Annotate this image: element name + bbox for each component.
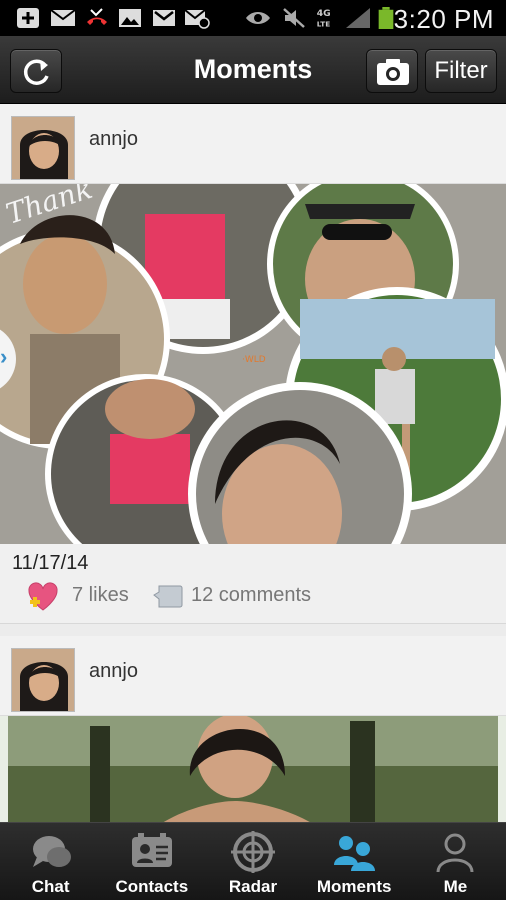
nav-chat[interactable]: Chat — [0, 823, 101, 900]
post-header: annjo — [0, 636, 506, 716]
battery-icon — [378, 7, 394, 29]
filter-button[interactable]: Filter — [425, 49, 497, 93]
moments-feed[interactable]: annjo Thank ·WLD › 11/17/14 7 likes 12 c… — [0, 104, 506, 822]
nav-radar[interactable]: Radar — [202, 823, 303, 900]
moment-post: annjo — [0, 636, 506, 822]
contacts-icon — [131, 833, 172, 867]
post-header: annjo — [0, 104, 506, 184]
nav-label: Moments — [316, 877, 392, 896]
bottom-nav: Chat Contacts Radar Moments Me — [0, 822, 506, 900]
post-photo[interactable] — [0, 716, 506, 822]
svg-text:LTE: LTE — [317, 19, 330, 28]
camera-icon — [377, 59, 409, 85]
comments-count[interactable]: 12 comments — [191, 584, 311, 607]
mail-icon — [50, 9, 76, 26]
avatar[interactable] — [11, 648, 75, 712]
svg-text:4G: 4G — [317, 8, 331, 19]
comment-icon[interactable] — [153, 584, 183, 608]
camera-button[interactable] — [366, 49, 418, 93]
chat-icon — [32, 836, 71, 867]
nav-label: Contacts — [115, 877, 189, 896]
title-bar: Moments Filter — [0, 36, 506, 104]
avatar[interactable] — [11, 116, 75, 180]
moment-post: annjo Thank ·WLD › 11/17/14 7 likes 12 c… — [0, 104, 506, 624]
like-heart-icon[interactable] — [27, 582, 59, 612]
nav-label: Radar — [228, 877, 278, 896]
nav-moments[interactable]: Moments — [304, 823, 405, 900]
radar-icon — [231, 831, 275, 873]
eye-icon — [246, 12, 270, 24]
post-date: 11/17/14 — [12, 552, 89, 574]
plus-box-icon — [17, 8, 39, 28]
nav-label: Me — [443, 877, 468, 896]
image-icon — [119, 9, 141, 27]
moments-icon — [334, 836, 376, 871]
post-username[interactable]: annjo — [89, 660, 138, 683]
signal-icon — [346, 8, 370, 28]
nav-label: Chat — [31, 877, 70, 896]
mail-sync-icon — [184, 9, 210, 29]
post-photo[interactable]: Thank ·WLD › — [0, 184, 506, 544]
post-divider — [0, 624, 506, 636]
nav-contacts[interactable]: Contacts — [101, 823, 202, 900]
status-clock: 3:20 PM — [393, 4, 494, 34]
profile-icon — [436, 833, 474, 873]
refresh-button[interactable] — [10, 49, 62, 93]
post-username[interactable]: annjo — [89, 128, 138, 151]
mute-icon — [283, 8, 305, 28]
post-footer: 11/17/14 7 likes 12 comments — [0, 544, 506, 624]
status-bar: 4G LTE 3:20 PM — [0, 0, 506, 36]
chevron-right-icon: › — [0, 344, 8, 369]
refresh-icon — [23, 59, 49, 85]
svg-text:·WLD: ·WLD — [242, 355, 266, 365]
missed-call-icon — [87, 8, 107, 25]
nav-me[interactable]: Me — [405, 823, 506, 900]
gmail-icon — [153, 10, 175, 26]
likes-count[interactable]: 7 likes — [72, 584, 129, 607]
4g-lte-icon: 4GLTE — [317, 8, 331, 28]
